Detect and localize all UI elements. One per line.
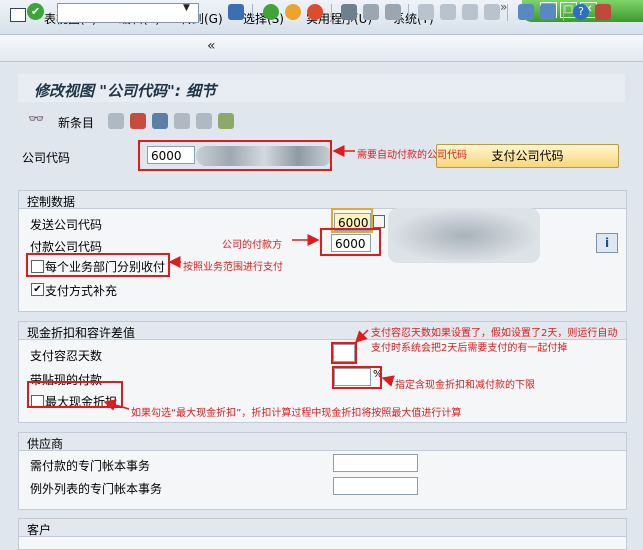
annotation-arrows [103,145,395,411]
arrow-max-discount [103,399,130,411]
arrow-tolerance [354,329,369,344]
arrow-discount-limit [381,375,395,387]
